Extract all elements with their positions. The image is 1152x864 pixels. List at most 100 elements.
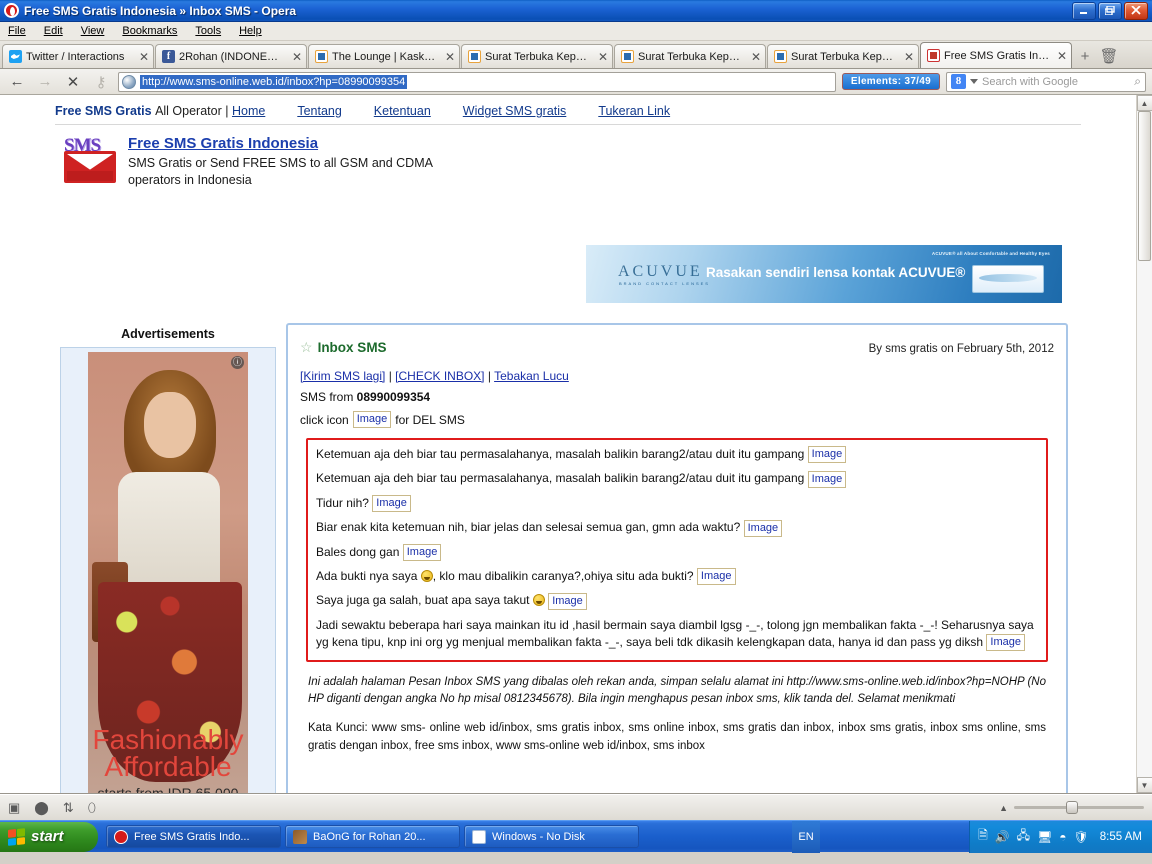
chevron-down-icon[interactable] xyxy=(970,79,978,84)
browser-tab[interactable]: Twitter / Interactions ✕ xyxy=(2,44,154,68)
tab-close-icon[interactable]: ✕ xyxy=(136,50,149,64)
tab-close-icon[interactable]: ✕ xyxy=(442,50,455,64)
browser-tab[interactable]: Surat Terbuka Kepad... ✕ xyxy=(461,44,613,68)
acuvue-product-box xyxy=(972,265,1044,293)
trash-icon[interactable]: ⬯ xyxy=(88,800,96,816)
sidebar-ad-container[interactable]: ⓘ Fashionably Affordable starts from IDR… xyxy=(60,347,276,793)
site-nav: Free SMS Gratis All Operator | Home Tenta… xyxy=(0,95,1136,118)
delete-sms-icon[interactable]: Image xyxy=(807,446,847,464)
link-kirim-sms-lagi[interactable]: [Kirim SMS lagi] xyxy=(300,369,385,383)
menu-help[interactable]: Help xyxy=(239,25,262,37)
kaskus-icon xyxy=(468,50,481,63)
zoom-slider-track[interactable] xyxy=(1014,801,1144,814)
link-sep: | xyxy=(484,369,495,383)
smiley-icon xyxy=(420,569,433,582)
sms-message: Bales dong gan Image xyxy=(316,543,1038,561)
delete-sms-icon[interactable]: Image xyxy=(372,495,411,513)
tab-close-icon[interactable]: ✕ xyxy=(1054,49,1067,63)
start-label: start xyxy=(31,828,64,845)
nav-link-home[interactable]: Home xyxy=(232,104,265,118)
new-tab-button[interactable]: + xyxy=(1073,44,1097,68)
disc-icon[interactable]: ◓ xyxy=(1059,830,1066,844)
taskbar-item[interactable]: Free SMS Gratis Indo... xyxy=(106,825,281,848)
tab-close-icon[interactable]: ✕ xyxy=(595,50,608,64)
zoom-slider-handle[interactable] xyxy=(1066,801,1078,814)
password-key-icon[interactable]: ⚷ xyxy=(90,72,112,92)
nav-link-widget[interactable]: Widget SMS gratis xyxy=(463,104,567,118)
link-check-inbox[interactable]: [CHECK INBOX] xyxy=(395,369,484,383)
browser-tab[interactable]: f 2Rohan (INDONESIA) ✕ xyxy=(155,44,307,68)
search-input[interactable]: Search with Google xyxy=(982,76,1130,88)
zoom-control[interactable]: ▲ xyxy=(999,801,1144,814)
acuvue-banner-ad[interactable]: ACUVUE BRAND CONTACT LENSES Rasakan send… xyxy=(586,245,1062,303)
scroll-down-button[interactable]: ▼ xyxy=(1136,777,1152,793)
url-bar[interactable]: http://www.sms-online.web.id/inbox?hp=08… xyxy=(118,71,836,92)
baong-icon xyxy=(293,829,307,844)
browser-tab[interactable]: Surat Terbuka Kepad... ✕ xyxy=(767,44,919,68)
nav-link-tukeran[interactable]: Tukeran Link xyxy=(598,104,670,118)
site-nav-brand-suffix: All Operator | xyxy=(155,104,229,118)
nav-link-ketentuan[interactable]: Ketentuan xyxy=(374,104,431,118)
delete-sms-icon[interactable]: Image xyxy=(402,543,442,561)
kaskus-icon xyxy=(774,50,787,63)
search-icon[interactable]: ⌕ xyxy=(1134,74,1141,89)
link-tebakan-lucu[interactable]: Tebakan Lucu xyxy=(494,369,569,383)
panel-icon[interactable]: ▣ xyxy=(8,800,20,816)
menu-edit[interactable]: Edit xyxy=(44,25,63,37)
taskbar-clock[interactable]: 8:55 AM xyxy=(1100,831,1142,843)
back-button[interactable]: ← xyxy=(6,72,28,92)
vertical-scrollbar[interactable]: ▲ ▼ xyxy=(1136,95,1152,793)
menu-file[interactable]: File xyxy=(8,25,26,37)
tab-close-icon[interactable]: ✕ xyxy=(289,50,302,64)
close-button[interactable] xyxy=(1124,1,1148,20)
window-icon xyxy=(472,829,486,844)
delete-sms-icon[interactable]: Image xyxy=(696,568,736,586)
sidebar-ad-image[interactable]: ⓘ Fashionably Affordable starts from IDR… xyxy=(88,352,248,793)
delete-sms-icon[interactable]: Image xyxy=(986,634,1025,652)
search-box[interactable]: 8 Search with Google ⌕ xyxy=(946,71,1146,92)
forward-button[interactable]: → xyxy=(34,72,56,92)
droplet-icon[interactable]: ⬤ xyxy=(34,800,49,816)
monitor-icon[interactable]: 🖥 xyxy=(1037,830,1052,844)
stop-button[interactable]: ✕ xyxy=(62,72,84,92)
sms-message-text: Ada bukti nya saya xyxy=(316,568,418,583)
start-button[interactable]: start xyxy=(0,821,98,852)
nav-link-tentang[interactable]: Tentang xyxy=(297,104,341,118)
sms-message: Saya juga ga salah, buat apa saya takut … xyxy=(316,592,1038,610)
tab-label: The Lounge | Kaskus... xyxy=(332,50,438,63)
taskbar-item[interactable]: BaOnG for Rohan 20... xyxy=(285,825,460,848)
taskbar-item[interactable]: Windows - No Disk xyxy=(464,825,639,848)
browser-tab[interactable]: The Lounge | Kaskus... ✕ xyxy=(308,44,460,68)
menu-bookmarks[interactable]: Bookmarks xyxy=(122,25,177,37)
url-input[interactable]: http://www.sms-online.web.id/inbox?hp=08… xyxy=(140,74,408,89)
delete-sms-icon[interactable]: Image xyxy=(807,470,847,488)
shield-icon[interactable]: 🛡 xyxy=(1074,830,1089,844)
star-icon: ☆ xyxy=(300,339,313,355)
scrollbar-thumb[interactable] xyxy=(1137,111,1151,261)
site-heading-link[interactable]: Free SMS Gratis Indonesia xyxy=(128,135,318,152)
transfer-icon[interactable]: ⇅ xyxy=(63,800,74,816)
trash-icon[interactable]: 🗑 xyxy=(1097,44,1121,68)
acuvue-brand: ACUVUE xyxy=(618,263,703,280)
ad-info-badge[interactable]: ⓘ xyxy=(231,356,244,369)
menu-view[interactable]: View xyxy=(81,25,105,37)
excel-icon[interactable]: 🗎 xyxy=(978,826,988,847)
network-icon[interactable]: 🖧 xyxy=(1017,826,1030,847)
tab-close-icon[interactable]: ✕ xyxy=(901,50,914,64)
browser-tab[interactable]: Surat Terbuka Kepad... ✕ xyxy=(614,44,766,68)
opera-logo-icon xyxy=(4,3,19,18)
delete-sms-icon[interactable]: Image xyxy=(548,592,587,610)
scroll-up-button[interactable]: ▲ xyxy=(1136,95,1152,111)
language-indicator[interactable]: EN xyxy=(792,820,821,853)
restore-button[interactable] xyxy=(1098,1,1122,20)
minimize-button[interactable] xyxy=(1072,1,1096,20)
page-viewport: Free SMS Gratis All Operator | Home Tenta… xyxy=(0,95,1152,794)
delete-sms-icon[interactable]: Image xyxy=(743,519,783,537)
zoom-decrease-icon[interactable]: ▲ xyxy=(999,803,1008,813)
tab-close-icon[interactable]: ✕ xyxy=(748,50,761,64)
volume-icon[interactable]: 🔊 xyxy=(995,830,1010,844)
menu-tools[interactable]: Tools xyxy=(195,25,221,37)
scrollbar-track[interactable] xyxy=(1136,111,1152,777)
browser-tab-active[interactable]: Free SMS Gratis Indo... ✕ xyxy=(920,42,1072,68)
site-brand: SMS Free SMS Gratis Indonesia SMS Gratis… xyxy=(0,125,1136,189)
